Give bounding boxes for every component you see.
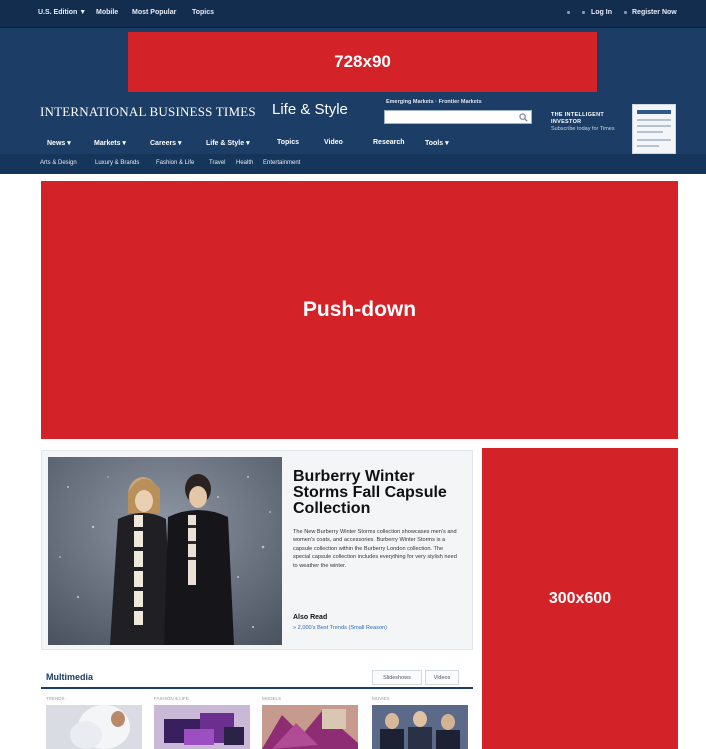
skyscraper-ad[interactable]: 300x600: [482, 448, 678, 749]
subnav-luxury-brands[interactable]: Luxury & Brands: [95, 160, 139, 166]
thumb-category: Movies: [372, 696, 390, 701]
top-bar: U.S. Edition ▼ Mobile Most Popular Topic…: [0, 0, 706, 28]
cover-line: [637, 125, 671, 127]
leaderboard-ad-label: 728x90: [334, 52, 391, 71]
article-summary: The New Burberry Winter Storms collectio…: [293, 529, 457, 569]
sub-nav: Arts & Design Luxury & Brands Fashion & …: [0, 154, 706, 174]
login-link[interactable]: Log In: [591, 9, 612, 16]
subnav-health[interactable]: Health: [236, 160, 253, 166]
promo-title-1: THE INTELLIGENT: [551, 112, 605, 118]
section-title[interactable]: Life & Style: [272, 101, 348, 118]
nav-markets[interactable]: Markets ▾: [94, 139, 126, 147]
skyscraper-ad-label: 300x600: [548, 589, 612, 607]
edition-selector[interactable]: U.S. Edition ▼: [38, 9, 86, 16]
search-input[interactable]: [384, 110, 532, 124]
nav-life-style[interactable]: Life & Style ▾: [206, 139, 250, 147]
multimedia-section: Multimedia Slideshows Videos Trends Fash…: [41, 666, 473, 749]
promo-subtitle: Subscribe today for Times: [551, 126, 615, 132]
tab-slideshows[interactable]: Slideshows: [372, 670, 422, 685]
multimedia-header: Multimedia Slideshows Videos: [41, 666, 473, 689]
pushdown-ad[interactable]: Push-down: [41, 181, 678, 439]
nav-research[interactable]: Research: [373, 139, 405, 146]
multimedia-thumbnail[interactable]: [154, 705, 250, 749]
main-nav: News ▾ Markets ▾ Careers ▾ Life & Style …: [0, 133, 706, 153]
separator-dot: [624, 11, 627, 14]
featured-image[interactable]: [48, 457, 282, 645]
site-header: U.S. Edition ▼ Mobile Most Popular Topic…: [0, 0, 706, 174]
multimedia-thumbnail[interactable]: [46, 705, 142, 749]
nav-careers[interactable]: Careers ▾: [150, 139, 182, 147]
pushdown-ad-label: Push-down: [302, 298, 417, 321]
also-read-link[interactable]: » 2,000's Best Trends (Small Reason): [293, 625, 387, 631]
separator-dot: [567, 11, 570, 14]
nav-news[interactable]: News ▾: [47, 139, 71, 147]
register-link[interactable]: Register Now: [632, 9, 677, 16]
multimedia-thumbnail[interactable]: [372, 705, 468, 749]
separator-dot: [582, 11, 585, 14]
cover-line: [637, 119, 671, 121]
article-title[interactable]: Burberry Winter Storms Fall Capsule Coll…: [293, 469, 469, 517]
thumb-category: Fashion & Life: [154, 696, 189, 701]
promo-title-2: INVESTOR: [551, 119, 582, 125]
also-read-heading: Also Read: [293, 614, 328, 621]
featured-article: Burberry Winter Storms Fall Capsule Coll…: [41, 450, 473, 650]
multimedia-thumbnail[interactable]: [262, 705, 358, 749]
subnav-fashion-life[interactable]: Fashion & Life: [156, 160, 194, 166]
investor-promo[interactable]: THE INTELLIGENT INVESTOR Subscribe today…: [551, 112, 629, 133]
topics-link[interactable]: Topics: [192, 9, 214, 16]
most-popular-link[interactable]: Most Popular: [132, 9, 176, 16]
page: U.S. Edition ▼ Mobile Most Popular Topic…: [0, 0, 706, 749]
search-icon[interactable]: [516, 111, 530, 123]
thumb-category: Trends: [46, 696, 65, 701]
leaderboard-ad[interactable]: 728x90: [128, 32, 597, 92]
cover-masthead: [637, 110, 671, 114]
mobile-link[interactable]: Mobile: [96, 9, 118, 16]
multimedia-title: Multimedia: [46, 672, 94, 682]
subnav-entertainment[interactable]: Entertainment: [263, 160, 300, 166]
search-label: Emerging Markets · Frontier Markets: [386, 99, 482, 105]
nav-video[interactable]: Video: [324, 139, 343, 146]
tab-videos[interactable]: Videos: [425, 670, 459, 685]
subnav-arts-design[interactable]: Arts & Design: [40, 160, 77, 166]
thumb-category: Models: [262, 696, 282, 701]
nav-topics[interactable]: Topics: [277, 139, 299, 146]
subnav-travel[interactable]: Travel: [209, 160, 225, 166]
nav-tools[interactable]: Tools ▾: [425, 139, 449, 147]
site-logo[interactable]: INTERNATIONAL BUSINESS TIMES: [40, 104, 256, 120]
